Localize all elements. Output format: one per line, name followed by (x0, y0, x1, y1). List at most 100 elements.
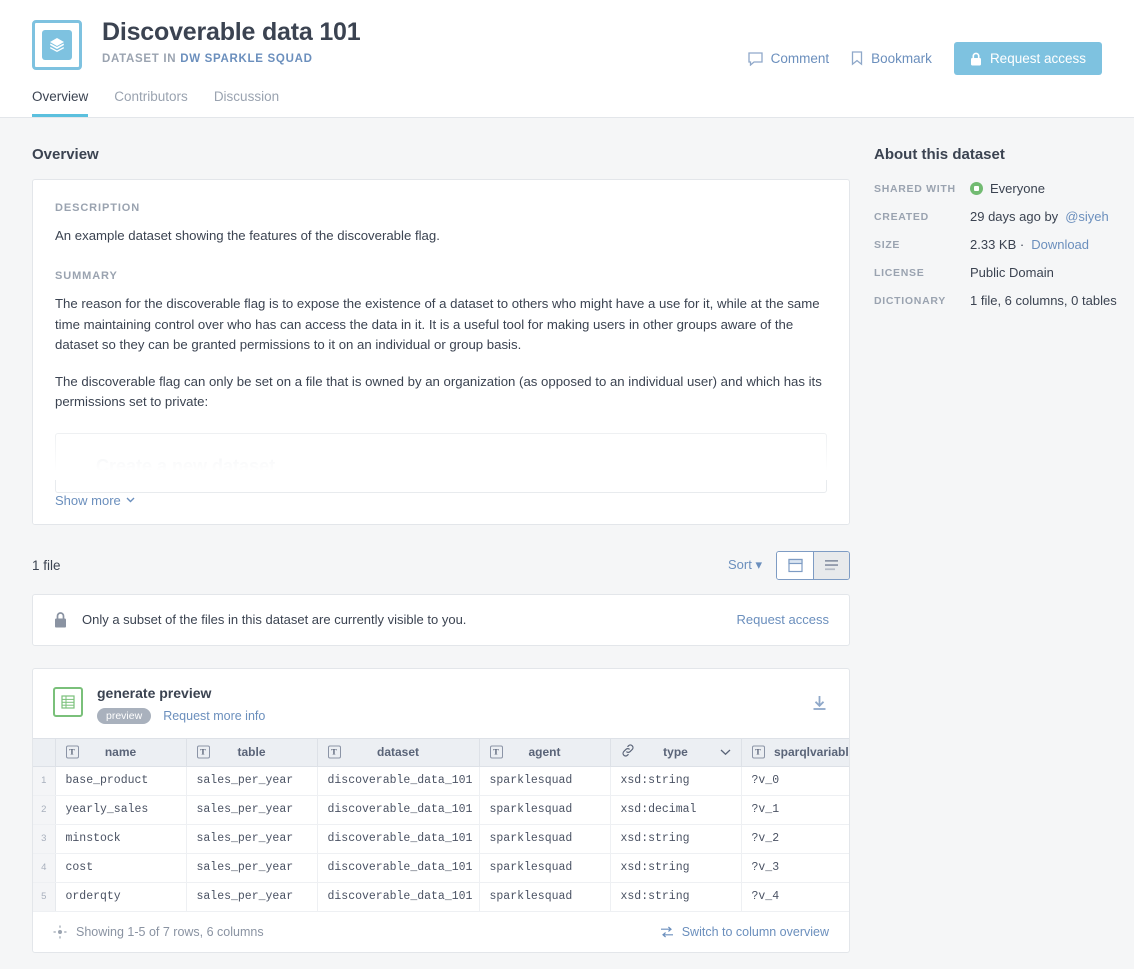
link-type-icon (621, 744, 635, 760)
bookmark-button[interactable]: Bookmark (851, 51, 932, 66)
page-header: Discoverable data 101 DATASET IN DW SPAR… (0, 0, 1134, 118)
breadcrumb: DATASET IN DW SPARKLE SQUAD (102, 53, 360, 65)
preview-footer: Showing 1-5 of 7 rows, 6 columns Switch … (33, 912, 849, 952)
comment-icon (747, 51, 763, 66)
download-link[interactable]: Download (1031, 237, 1089, 252)
about-value: 2.33 KB · (970, 237, 1025, 252)
description-label: DESCRIPTION (55, 202, 141, 214)
cell-dataset: discoverable_data_101 (317, 882, 480, 912)
card-view-button[interactable] (777, 551, 813, 579)
subset-notice-text: Only a subset of the files in this datas… (82, 612, 467, 628)
about-key: LICENSE (874, 267, 925, 279)
about-row-license: LICENSE Public Domain (874, 265, 1134, 280)
cell-name: orderqty (55, 882, 187, 912)
tab-overview[interactable]: Overview (32, 89, 89, 117)
column-label: agent (528, 745, 561, 760)
embedded-preview-faded: Create a new dataset (55, 432, 827, 493)
about-row-size: SIZE 2.33 KB · Download (874, 237, 1134, 252)
description-text: An example dataset showing the features … (55, 228, 440, 243)
file-count-label: 1 file (32, 557, 61, 573)
sort-label: Sort (728, 557, 752, 573)
text-type-icon: T (327, 745, 341, 759)
show-more-button[interactable]: Show more (33, 492, 849, 524)
cell-agent: sparklesquad (479, 824, 611, 854)
cell-table: sales_per_year (186, 824, 318, 854)
comment-button[interactable]: Comment (747, 51, 830, 66)
column-header-type[interactable]: type (610, 737, 742, 767)
layers-glyph (50, 38, 64, 52)
preview-table-scroll[interactable]: T name T table T dataset T agent type T … (33, 737, 849, 912)
column-header-sparqlvariablename[interactable]: T sparqlvariablenam (741, 737, 849, 767)
dataset-layers-icon (32, 20, 82, 70)
switch-label: Switch to column overview (681, 924, 829, 939)
sort-dropdown[interactable]: Sort ▾ (728, 557, 762, 573)
status-badge: preview (97, 707, 152, 724)
text-type-icon: T (196, 745, 210, 759)
chevron-glyph (720, 749, 730, 756)
text-type-icon: T (489, 745, 503, 759)
creator-link[interactable]: @siyeh (1065, 209, 1109, 224)
download-button[interactable] (812, 695, 827, 717)
column-header-table[interactable]: T table (186, 737, 318, 767)
banner-request-access-link[interactable]: Request access (737, 612, 830, 627)
about-value: 1 file, 6 columns, 0 tables (970, 293, 1117, 308)
table-header-row: T name T table T dataset T agent type T … (33, 737, 849, 767)
link-glyph (621, 744, 634, 757)
switch-column-overview-link[interactable]: Switch to column overview (660, 925, 829, 939)
tab-discussion[interactable]: Discussion (214, 89, 279, 117)
cell-name: cost (55, 853, 187, 883)
row-status-text: Showing 1-5 of 7 rows, 6 columns (76, 924, 264, 939)
about-row-created: CREATED 29 days ago by @siyeh (874, 209, 1134, 224)
cell-dataset: discoverable_data_101 (317, 853, 480, 883)
show-more-label: Show more (55, 492, 121, 508)
breadcrumb-org-link[interactable]: DW SPARKLE SQUAD (180, 53, 312, 65)
files-toolbar: 1 file Sort ▾ (32, 550, 850, 580)
column-header-agent[interactable]: T agent (479, 737, 611, 767)
tab-bar: Overview Contributors Discussion (0, 89, 311, 117)
page-title: Discoverable data 101 (102, 18, 361, 46)
file-preview-card: generate preview preview Request more in… (32, 667, 850, 953)
about-key: DICTIONARY (874, 295, 946, 307)
cell-type: xsd:string (610, 853, 742, 883)
comment-label: Comment (770, 51, 830, 66)
request-more-info-link[interactable]: Request more info (163, 709, 265, 723)
cell-type: xsd:string (610, 766, 742, 796)
bookmark-icon (852, 51, 863, 66)
list-view-icon (825, 560, 838, 571)
tab-contributors[interactable]: Contributors (114, 89, 188, 117)
cell-sparqlvariablename: ?v_1 (741, 795, 849, 825)
globe-badge-icon (970, 182, 983, 195)
table-row[interactable]: 4 cost sales_per_year discoverable_data_… (33, 853, 849, 883)
table-row[interactable]: 5 orderqty sales_per_year discoverable_d… (33, 882, 849, 912)
spreadsheet-glyph (61, 695, 75, 709)
file-preview-header: generate preview preview Request more in… (33, 669, 849, 738)
lock-icon (970, 52, 981, 65)
cell-agent: sparklesquad (479, 853, 611, 883)
summary-paragraph-1: The reason for the discoverable flag is … (55, 296, 820, 353)
table-row[interactable]: 1 base_product sales_per_year discoverab… (33, 766, 849, 796)
table-row[interactable]: 2 yearly_sales sales_per_year discoverab… (33, 795, 849, 825)
column-header-dataset[interactable]: T dataset (317, 737, 480, 767)
about-sidebar: About this dataset SHARED WITH Everyone … (874, 118, 1134, 953)
cell-sparqlvariablename: ?v_0 (741, 766, 849, 796)
about-value: Everyone (990, 181, 1045, 196)
cell-type: xsd:decimal (610, 795, 742, 825)
cell-dataset: discoverable_data_101 (317, 824, 480, 854)
overview-section-title: Overview (32, 146, 99, 163)
list-view-button[interactable] (813, 551, 849, 579)
cell-sparqlvariablename: ?v_4 (741, 882, 849, 912)
about-key: CREATED (874, 211, 929, 223)
column-header-name[interactable]: T name (55, 737, 187, 767)
table-row[interactable]: 3 minstock sales_per_year discoverable_d… (33, 824, 849, 854)
cell-type: xsd:string (610, 824, 742, 854)
cell-dataset: discoverable_data_101 (317, 766, 480, 796)
cell-sparqlvariablename: ?v_3 (741, 853, 849, 883)
chevron-down-icon[interactable] (720, 745, 731, 759)
expand-icon (53, 925, 67, 939)
spreadsheet-icon (53, 686, 83, 717)
cell-type: xsd:string (610, 882, 742, 912)
file-name[interactable]: generate preview (97, 685, 265, 701)
request-access-button[interactable]: Request access (953, 42, 1102, 75)
about-key: SHARED WITH (874, 183, 956, 195)
page-body: Overview DESCRIPTION An example dataset … (0, 118, 1134, 953)
